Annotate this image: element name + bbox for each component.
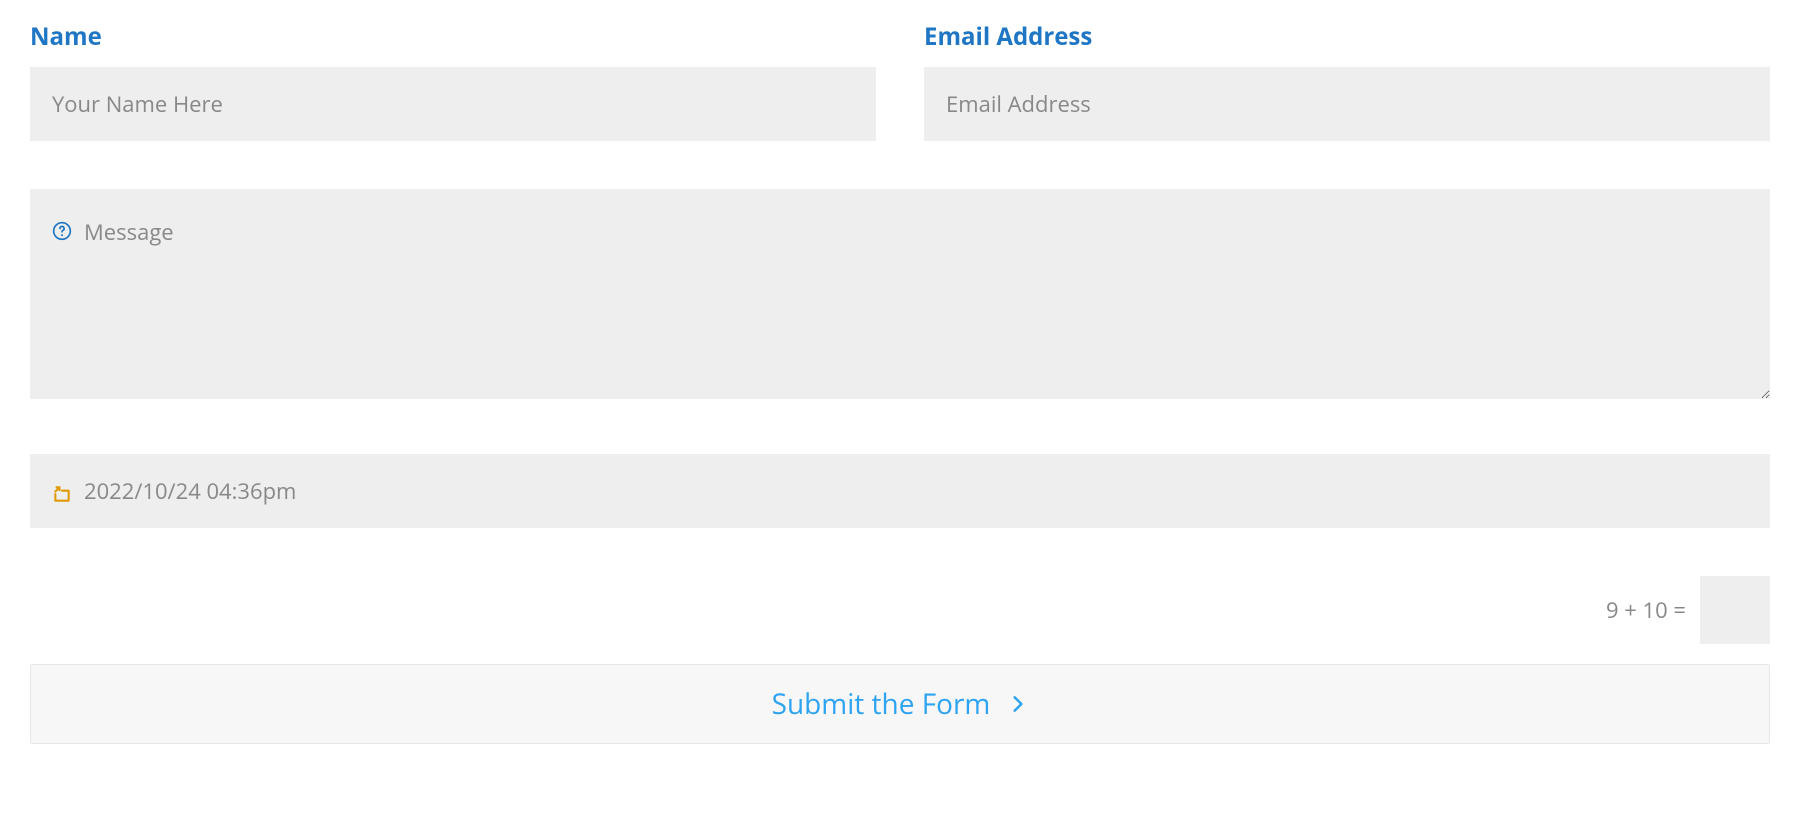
message-textarea[interactable] bbox=[30, 189, 1770, 399]
datetime-input[interactable] bbox=[30, 454, 1770, 528]
name-input[interactable] bbox=[30, 67, 876, 141]
chevron-right-icon bbox=[1008, 694, 1028, 714]
name-label: Name bbox=[30, 20, 876, 53]
submit-button[interactable]: Submit the Form bbox=[30, 664, 1770, 744]
submit-row: Submit the Form bbox=[30, 664, 1770, 744]
submit-button-label: Submit the Form bbox=[772, 685, 991, 723]
datetime-field-group bbox=[30, 454, 1770, 528]
email-field-group: Email Address bbox=[924, 20, 1770, 141]
captcha-row: 9 + 10 = bbox=[30, 576, 1770, 644]
email-input[interactable] bbox=[924, 67, 1770, 141]
name-email-row: Name Email Address bbox=[30, 20, 1770, 141]
email-label: Email Address bbox=[924, 20, 1770, 53]
message-field-group bbox=[30, 189, 1770, 406]
name-field-group: Name bbox=[30, 20, 876, 141]
contact-form: Name Email Address 9 + 10 = bbox=[30, 20, 1770, 744]
captcha-question: 9 + 10 = bbox=[1606, 595, 1686, 625]
captcha-input[interactable] bbox=[1700, 576, 1770, 644]
